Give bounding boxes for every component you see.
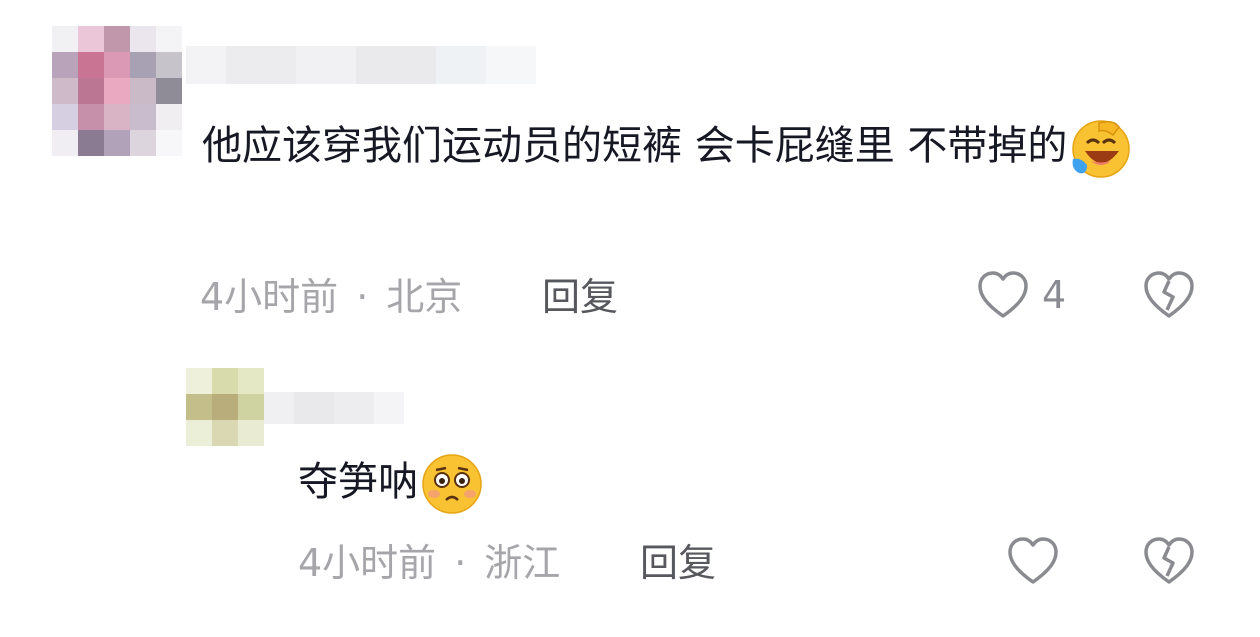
ip-location: 浙江 xyxy=(484,541,561,585)
pleading-face-emoji xyxy=(420,452,484,516)
avatar-pixel xyxy=(130,104,156,130)
avatar-pixel xyxy=(52,104,78,130)
heart-icon xyxy=(1006,536,1060,586)
avatar-pixel xyxy=(52,26,78,52)
avatar-pixel xyxy=(238,368,264,394)
comment-text: 夺笋呐 xyxy=(298,450,998,516)
like-button[interactable] xyxy=(1006,536,1060,586)
reply-button[interactable]: 回复 xyxy=(542,272,618,322)
avatar-pixel xyxy=(130,78,156,104)
avatar-pixel xyxy=(186,368,212,394)
avatar-pixel xyxy=(212,368,238,394)
avatar-pixel xyxy=(78,52,104,78)
avatar-pixel xyxy=(130,52,156,78)
like-count: 4 xyxy=(1042,273,1067,317)
comment-item: 他应该穿我们运动员的短裤 会卡屁缝里 不带掉的 4小时前 · 北京 回复 4 xyxy=(0,0,1260,340)
avatar-pixel xyxy=(78,130,104,156)
avatar-pixel xyxy=(156,26,182,52)
avatar-pixel xyxy=(156,52,182,78)
avatar-pixel xyxy=(186,394,212,420)
avatar-pixel xyxy=(52,130,78,156)
separator: · xyxy=(356,275,369,319)
avatar-pixel xyxy=(78,78,104,104)
avatar-pixel xyxy=(238,394,264,420)
avatar[interactable] xyxy=(186,368,264,446)
ip-location: 北京 xyxy=(386,275,463,319)
avatar-pixel xyxy=(238,420,264,446)
username-blurred[interactable] xyxy=(264,392,404,424)
avatar-pixel xyxy=(104,52,130,78)
comment-text: 他应该穿我们运动员的短裤 会卡屁缝里 不带掉的 xyxy=(202,114,1192,179)
separator: · xyxy=(454,541,467,585)
username-blurred[interactable] xyxy=(186,46,536,84)
avatar-pixel xyxy=(130,26,156,52)
avatar-pixel xyxy=(52,78,78,104)
comment-meta: 4小时前 · 浙江 xyxy=(298,538,560,588)
dislike-button[interactable] xyxy=(1142,270,1196,320)
comment-meta: 4小时前 · 北京 xyxy=(200,272,462,322)
avatar-pixel xyxy=(156,130,182,156)
avatar-pixel xyxy=(156,78,182,104)
avatar-pixel xyxy=(104,130,130,156)
comment-text-content: 他应该穿我们运动员的短裤 会卡屁缝里 不带掉的 xyxy=(202,123,1068,169)
avatar-pixel xyxy=(52,52,78,78)
avatar-pixel xyxy=(156,104,182,130)
avatar-pixel xyxy=(212,420,238,446)
avatar-pixel xyxy=(78,26,104,52)
avatar[interactable] xyxy=(52,26,182,156)
broken-heart-icon xyxy=(1142,536,1196,586)
reply-button[interactable]: 回复 xyxy=(640,538,716,588)
laughing-crying-emoji xyxy=(1069,117,1131,179)
broken-heart-icon xyxy=(1142,270,1196,320)
timestamp: 4小时前 xyxy=(298,541,437,585)
dislike-button[interactable] xyxy=(1142,536,1196,586)
avatar-pixel xyxy=(212,394,238,420)
avatar-pixel xyxy=(78,104,104,130)
comment-text-content: 夺笋呐 xyxy=(298,459,418,505)
avatar-pixel xyxy=(104,26,130,52)
like-button[interactable]: 4 xyxy=(976,270,1066,320)
heart-icon xyxy=(976,270,1030,320)
avatar-pixel xyxy=(130,130,156,156)
reply-comment-item: 夺笋呐 4小时前 · 浙江 回复 xyxy=(0,340,1260,637)
timestamp: 4小时前 xyxy=(200,275,339,319)
avatar-pixel xyxy=(104,104,130,130)
avatar-pixel xyxy=(186,420,212,446)
avatar-pixel xyxy=(104,78,130,104)
